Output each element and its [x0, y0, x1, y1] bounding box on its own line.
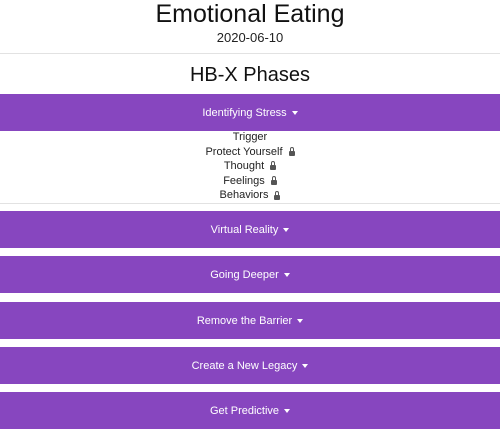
caret-down-icon — [283, 273, 290, 277]
caret-down-icon — [284, 409, 291, 413]
caret-down-icon — [302, 364, 309, 368]
list-item-label: Protect Yourself — [205, 145, 283, 158]
caret-down-icon — [283, 228, 290, 232]
list-divider — [0, 203, 500, 204]
phase-button-remove-the-barrier[interactable]: Remove the Barrier — [0, 302, 500, 339]
phase-button-get-predictive[interactable]: Get Predictive — [0, 392, 500, 429]
phase-label: Create a New Legacy — [191, 359, 298, 372]
phase-label: Identifying Stress — [202, 106, 287, 119]
list-item-behaviors[interactable]: Behaviors — [0, 188, 500, 203]
list-item-label: Trigger — [232, 131, 268, 143]
section-title: HB-X Phases — [189, 64, 311, 86]
caret-down-icon — [291, 111, 298, 115]
list-item-label: Feelings — [223, 174, 265, 187]
list-item-protect-yourself[interactable]: Protect Yourself — [0, 145, 500, 160]
phase-button-going-deeper[interactable]: Going Deeper — [0, 256, 500, 293]
phase-button-identifying-stress[interactable]: Identifying Stress — [0, 94, 500, 131]
list-item-feelings[interactable]: Feelings — [0, 174, 500, 189]
phase-items-list: Trigger Protect Yourself Thought Feeling… — [0, 130, 500, 203]
page-title: Emotional Eating — [155, 0, 345, 28]
lock-icon — [270, 161, 277, 171]
lock-icon — [270, 176, 277, 186]
caret-down-icon — [297, 319, 304, 323]
phase-label: Get Predictive — [209, 404, 280, 417]
phase-label: Remove the Barrier — [196, 314, 293, 327]
list-item-label: Thought — [223, 160, 265, 173]
lock-icon — [274, 190, 281, 200]
list-item-label: Behaviors — [219, 189, 269, 202]
session-date: 2020-06-10 — [216, 30, 284, 45]
list-item-trigger[interactable]: Trigger — [0, 130, 500, 145]
list-item-thought[interactable]: Thought — [0, 159, 500, 174]
lock-icon — [288, 146, 295, 156]
phase-button-create-a-new-legacy[interactable]: Create a New Legacy — [0, 347, 500, 384]
phase-button-virtual-reality[interactable]: Virtual Reality — [0, 211, 500, 248]
page: Emotional Eating 2020-06-10 HB-X Phases … — [0, 0, 500, 438]
header-divider — [0, 53, 500, 54]
phase-label: Virtual Reality — [210, 223, 279, 236]
phase-label: Going Deeper — [210, 268, 279, 281]
